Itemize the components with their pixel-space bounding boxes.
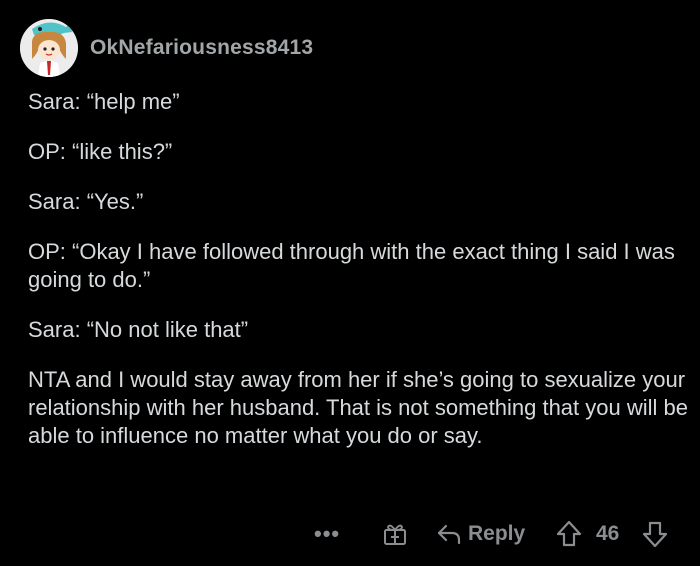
avatar-illustration bbox=[20, 19, 78, 77]
comment-paragraph: OP: “like this?” bbox=[28, 139, 173, 164]
comment-paragraph: Sara: “help me” bbox=[28, 89, 180, 114]
more-options-button[interactable]: ••• bbox=[314, 512, 340, 556]
vote-count: 46 bbox=[596, 522, 620, 545]
reply-label: Reply bbox=[468, 522, 526, 545]
comment-action-bar: ••• Reply 46 bbox=[0, 512, 700, 556]
vote-score: 46 bbox=[596, 512, 619, 556]
comment-paragraph: OP: “Okay I have followed through with t… bbox=[28, 239, 675, 292]
comment-paragraph: Sara: “No not like that” bbox=[28, 317, 249, 342]
comment-paragraph: NTA and I would stay away from her if sh… bbox=[28, 367, 688, 448]
upvote-button[interactable] bbox=[556, 512, 582, 556]
upvote-arrow-icon bbox=[556, 520, 582, 547]
comment-card: OkNefariousness8413 Sara: “help me” OP: … bbox=[0, 0, 700, 566]
award-button[interactable] bbox=[382, 512, 408, 556]
comment-body: Sara: “help me” OP: “like this?” Sara: “… bbox=[28, 88, 688, 472]
reply-button[interactable]: Reply bbox=[436, 512, 525, 556]
downvote-button[interactable] bbox=[642, 512, 668, 556]
downvote-arrow-icon bbox=[642, 521, 668, 548]
gift-award-icon bbox=[384, 524, 406, 545]
user-avatar[interactable] bbox=[20, 19, 78, 77]
reply-arrow-icon bbox=[437, 524, 461, 545]
more-options-icon: ••• bbox=[314, 521, 341, 546]
comment-header: OkNefariousness8413 bbox=[20, 16, 313, 80]
comment-paragraph: Sara: “Yes.” bbox=[28, 189, 144, 214]
comment-username[interactable]: OkNefariousness8413 bbox=[90, 36, 313, 60]
